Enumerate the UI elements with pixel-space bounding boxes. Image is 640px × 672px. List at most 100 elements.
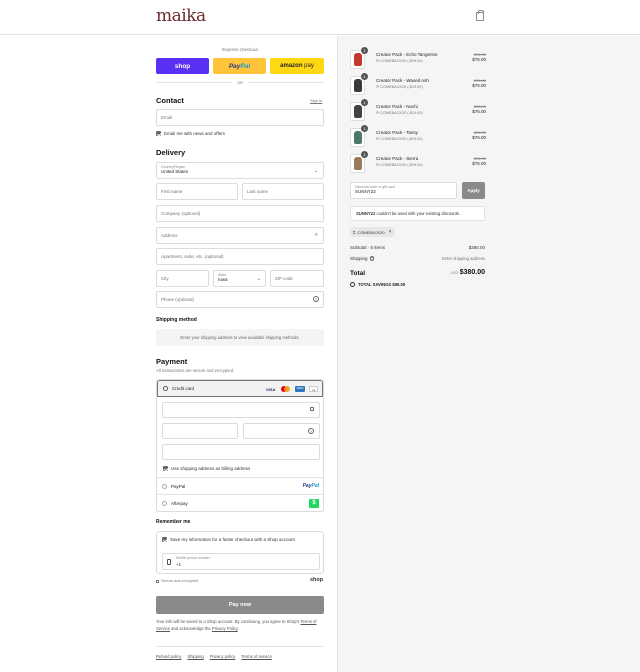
last-name-field[interactable] (242, 183, 324, 200)
shop-pay-button[interactable]: shop (156, 58, 209, 74)
card-number-field[interactable] (162, 402, 320, 418)
legal-period: . (237, 625, 239, 631)
express-checkout-title: Express checkout (222, 47, 258, 52)
billing-checkbox[interactable] (163, 466, 168, 471)
savings-tag-icon (350, 282, 355, 287)
expiry-field[interactable] (162, 423, 238, 439)
chevron-down-icon: ⌄ (313, 168, 318, 174)
email-field[interactable] (156, 109, 324, 126)
address-field[interactable]: ⌕ (156, 227, 324, 244)
currency-label: USD (450, 271, 459, 275)
search-icon: ⌕ (314, 232, 318, 238)
afterpay-option[interactable]: Afterpay $ (157, 494, 323, 511)
address-input[interactable] (161, 233, 323, 238)
payment-title: Payment (156, 357, 188, 366)
country-value: United States (161, 169, 189, 174)
backpack-icon (353, 131, 362, 144)
refund-policy-link[interactable]: Refund policy (156, 654, 181, 659)
quantity-badge: 1 (361, 47, 368, 54)
backpack-icon (353, 79, 362, 92)
apartment-field[interactable] (156, 248, 324, 265)
news-checkbox[interactable] (156, 131, 161, 136)
name-on-card-field[interactable] (162, 444, 320, 460)
mobile-phone-field[interactable]: Mobile phone number +1 (162, 553, 320, 570)
help-icon[interactable]: ? (369, 256, 375, 261)
remember-me-title: Remember me (156, 519, 191, 525)
mobile-value: +1 (176, 562, 182, 567)
help-icon[interactable]: ? (308, 428, 314, 434)
store-logo[interactable]: maika (156, 6, 206, 26)
phone-input[interactable] (161, 297, 323, 302)
credit-card-radio[interactable] (163, 386, 168, 391)
product-discount: ⟳ COMEBACK20 (-$19.00) (376, 137, 423, 141)
product-name: Creator Pack - Waxed Ash (376, 78, 429, 83)
total-value-row: USD $380.00 (428, 269, 485, 276)
company-field[interactable] (156, 205, 324, 222)
first-name-field[interactable] (156, 183, 238, 200)
sign-in-link[interactable]: Sign in (310, 98, 322, 103)
credit-card-option[interactable]: Credit card VISA AMEX +1 (157, 380, 323, 397)
discount-tag-icon: ⟳ (376, 59, 380, 63)
apply-button[interactable]: Apply (462, 182, 485, 199)
afterpay-radio[interactable] (162, 501, 167, 506)
discount-field[interactable]: Discount code or gift card SUNNY22 (350, 182, 457, 199)
lock-icon (156, 579, 159, 583)
paypal-option[interactable]: PayPal PayPal (157, 477, 323, 494)
privacy-link[interactable]: Privacy Policy (212, 626, 238, 631)
product-thumbnail: 1 (350, 99, 368, 121)
order-summary: 1 Creator Pack - Echo Tangerine ⟳ COMEBACK… (337, 36, 640, 672)
amazon-text: amazon (280, 63, 303, 69)
paypal-button[interactable]: Pay Pal (213, 58, 266, 74)
product-name: Creator Pack - Sierra (376, 156, 419, 161)
city-input[interactable] (161, 276, 208, 281)
city-field[interactable] (156, 270, 209, 287)
product-discount: ⟳ COMEBACK20 (-$19.00) (376, 59, 423, 63)
phone-field[interactable]: ? (156, 291, 324, 308)
savings-label: TOTAL SAVINGS (358, 282, 392, 287)
help-icon[interactable]: ? (313, 296, 319, 302)
or-label: OR (232, 80, 248, 85)
shipping-policy-link[interactable]: Shipping (187, 654, 203, 659)
more-cards-badge: +1 (309, 385, 318, 392)
total-savings-row: TOTAL SAVINGS $95.00 (350, 282, 405, 287)
first-name-input[interactable] (161, 189, 237, 194)
backpack-icon (353, 157, 362, 170)
state-select[interactable]: State Iowa ⌄ (213, 270, 266, 287)
last-name-input[interactable] (247, 189, 323, 194)
secure-row: Secure and encrypted (156, 579, 198, 583)
apartment-input[interactable] (161, 254, 323, 259)
save-info-checkbox[interactable] (162, 537, 167, 542)
company-input[interactable] (161, 211, 323, 216)
billing-address-row[interactable]: Use shipping address as billing address (163, 466, 250, 471)
remember-box: Save my information for a faster checkou… (156, 531, 324, 574)
total-value: $380.00 (459, 269, 485, 276)
chevron-down-icon: ⌄ (256, 276, 261, 282)
cart-item: 1 Creator Pack - Sierra ⟳ COMEBACK20 (-$19… (350, 151, 486, 180)
lock-icon (310, 407, 314, 411)
legal-intro: Your info will be saved to a Shop accoun… (156, 619, 300, 624)
quantity-badge: 1 (361, 99, 368, 106)
shopping-bag-icon[interactable] (476, 10, 484, 21)
paypal-pay-text: Pay (228, 62, 241, 70)
zip-field[interactable] (270, 270, 324, 287)
paypal-radio[interactable] (162, 483, 167, 489)
cart-item: 1 Creator Pack - Nochi ⟳ COMEBACK20 (-$19.… (350, 99, 486, 128)
sale-price: $76.00 (472, 109, 486, 114)
privacy-policy-link[interactable]: Privacy policy (210, 654, 236, 659)
email-input[interactable] (161, 115, 323, 120)
security-code-field[interactable]: ? (243, 423, 320, 439)
news-checkbox-row[interactable]: Email me with news and offers (156, 131, 225, 136)
pay-now-button[interactable]: Pay now (156, 596, 324, 614)
contact-title: Contact (156, 96, 184, 105)
remove-discount-icon[interactable]: × (389, 229, 392, 235)
terms-of-service-link[interactable]: Terms of service (241, 654, 271, 659)
amazon-pay-button[interactable]: amazon pay (270, 58, 324, 74)
country-select[interactable]: Country/Region United States ⌄ (156, 162, 324, 179)
payment-subtitle: All transactions are secure and encrypte… (156, 368, 235, 373)
save-info-row[interactable]: Save my information for a faster checkou… (162, 537, 295, 542)
product-name: Creator Pack - Tansy (376, 130, 418, 135)
amex-icon: AMEX (295, 385, 305, 392)
zip-input[interactable] (275, 276, 323, 281)
payment-methods: Credit card VISA AMEX +1 ? Use shipping … (156, 379, 324, 512)
cart-items: 1 Creator Pack - Echo Tangerine ⟳ COMEBACK… (350, 47, 486, 180)
